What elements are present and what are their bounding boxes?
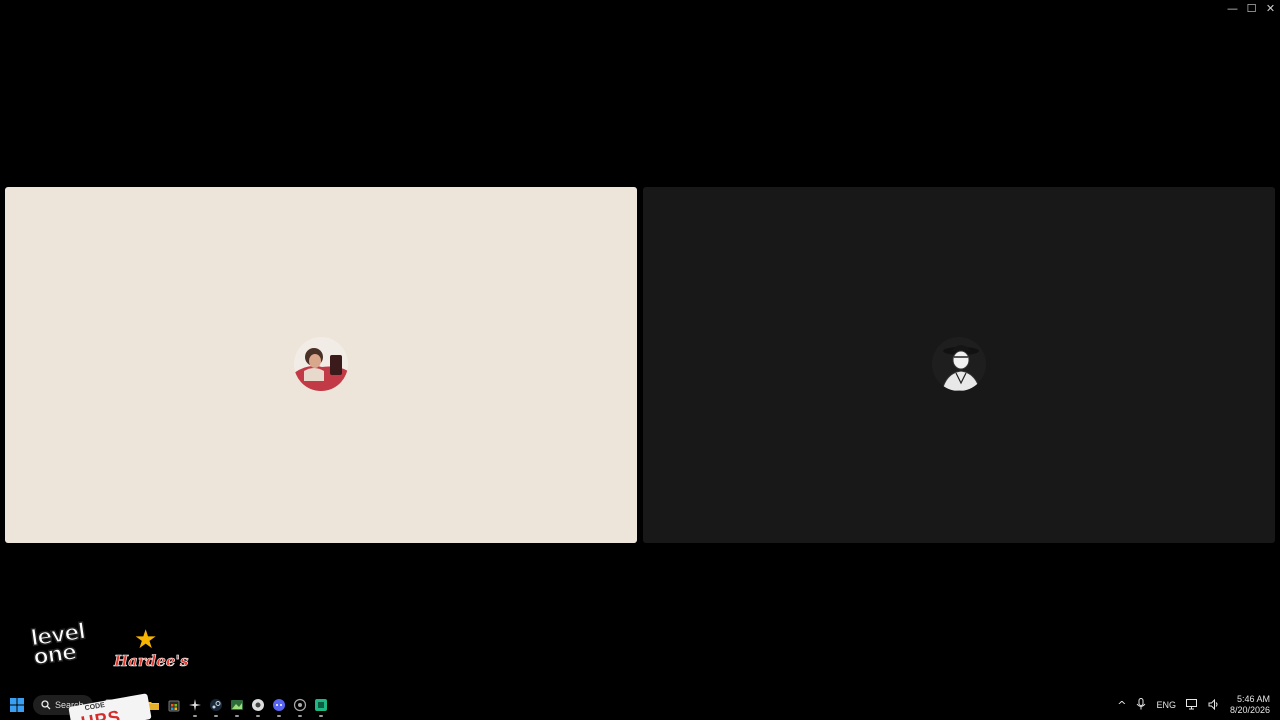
desktop-screen: — ☐ ✕ level one ★ Hardee's Search ^ ENG … [0,0,1280,720]
search-icon [41,700,51,710]
discord-icon[interactable] [270,696,288,717]
taskbar-apps: Search [8,694,330,717]
microphone-icon[interactable] [1136,698,1146,712]
tray-chevron-icon[interactable]: ^ [1117,699,1126,712]
sparkle-app-icon[interactable] [186,696,204,717]
taskbar-clock[interactable]: 5:46 AM 8/20/2026 [1230,694,1270,716]
participant-tile[interactable] [643,187,1275,543]
network-icon[interactable] [1185,698,1198,712]
language-indicator[interactable]: ENG [1156,700,1176,710]
star-icon: ★ [134,624,158,654]
levelone-logo[interactable]: level one [28,619,92,678]
participant-avatar [932,337,986,391]
clock-time: 5:46 AM [1236,694,1270,704]
image-app-icon[interactable] [228,696,246,717]
close-button[interactable]: ✕ [1261,0,1280,16]
volume-icon[interactable] [1208,698,1220,712]
system-tray: ^ ENG 5:46 AM 8/20/2026 [1117,690,1270,720]
desktop-logos: level one ★ Hardee's [28,619,189,678]
store-icon[interactable] [165,696,183,714]
spreadsheet-app-icon[interactable] [312,696,330,717]
window-controls: — ☐ ✕ [1223,0,1280,16]
hardees-text: Hardee's [114,652,189,671]
clock-date: 8/20/2026 [1229,705,1270,715]
chrome-icon[interactable] [249,696,267,717]
maximize-button[interactable]: ☐ [1242,0,1261,16]
levelone-line2: one [31,639,78,671]
game-app-icon[interactable] [291,696,309,717]
start-button[interactable] [8,696,26,714]
windows-icon [10,698,24,712]
participant-tile[interactable] [5,187,637,543]
person-avatar-red-icon [294,337,348,391]
steam-icon[interactable] [207,696,225,717]
hardees-logo[interactable]: ★ Hardee's [114,624,189,674]
participant-avatar [294,337,348,391]
minimize-button[interactable]: — [1223,0,1242,16]
person-avatar-hat-icon [932,337,986,391]
taskbar: Search ^ ENG 5:46 AM 8/20/2026 [0,690,1280,720]
